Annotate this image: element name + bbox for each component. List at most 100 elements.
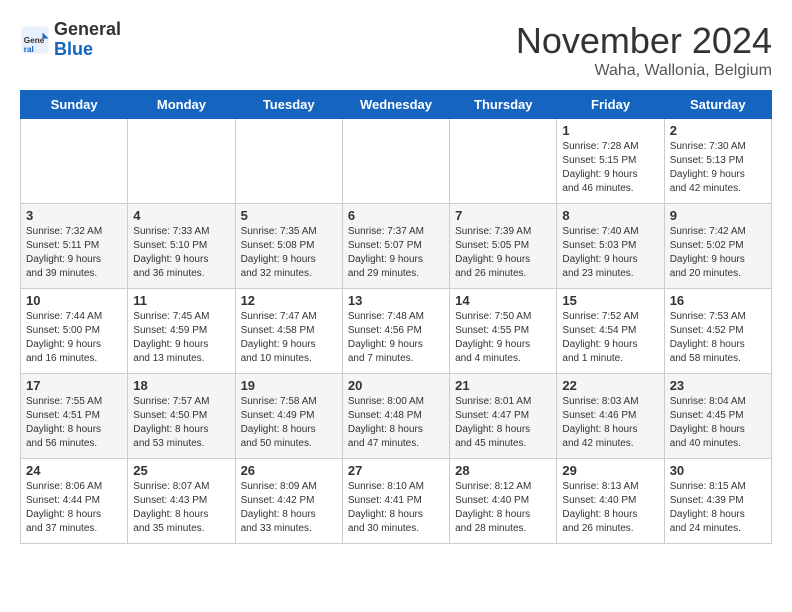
cell-w4-d5: 21 Sunrise: 8:01 AM Sunset: 4:47 PM Dayli…	[450, 374, 557, 459]
header-friday: Friday	[557, 91, 664, 119]
day-number: 3	[26, 208, 122, 223]
day-info: Sunrise: 8:01 AM Sunset: 4:47 PM Dayligh…	[455, 395, 551, 451]
day-number: 20	[348, 378, 444, 393]
day-number: 16	[670, 293, 766, 308]
calendar-body: 1 Sunrise: 7:28 AM Sunset: 5:15 PM Daylig…	[21, 119, 772, 544]
cell-w3-d3: 12 Sunrise: 7:47 AM Sunset: 4:58 PM Dayli…	[235, 289, 342, 374]
svg-text:Gene: Gene	[24, 36, 45, 45]
cell-w5-d7: 30 Sunrise: 8:15 AM Sunset: 4:39 PM Dayli…	[664, 459, 771, 544]
day-info: Sunrise: 8:07 AM Sunset: 4:43 PM Dayligh…	[133, 480, 229, 536]
day-number: 23	[670, 378, 766, 393]
cell-w2-d7: 9 Sunrise: 7:42 AM Sunset: 5:02 PM Daylig…	[664, 204, 771, 289]
day-number: 12	[241, 293, 337, 308]
day-number: 22	[562, 378, 658, 393]
day-number: 14	[455, 293, 551, 308]
day-info: Sunrise: 7:53 AM Sunset: 4:52 PM Dayligh…	[670, 310, 766, 366]
cell-w4-d3: 19Sunrise: 7:58 AM Sunset: 4:49 PM Dayli…	[235, 374, 342, 459]
day-info: Sunrise: 7:52 AM Sunset: 4:54 PM Dayligh…	[562, 310, 658, 366]
cell-w3-d1: 10 Sunrise: 7:44 AM Sunset: 5:00 PM Dayli…	[21, 289, 128, 374]
day-info: Sunrise: 7:40 AM Sunset: 5:03 PM Dayligh…	[562, 225, 658, 281]
title-section: November 2024 Waha, Wallonia, Belgium	[516, 20, 772, 80]
cell-w4-d7: 23 Sunrise: 8:04 AM Sunset: 4:45 PM Dayli…	[664, 374, 771, 459]
day-info: Sunrise: 8:04 AM Sunset: 4:45 PM Dayligh…	[670, 395, 766, 451]
day-number: 30	[670, 463, 766, 478]
day-info: Sunrise: 8:15 AM Sunset: 4:39 PM Dayligh…	[670, 480, 766, 536]
day-number: 4	[133, 208, 229, 223]
logo-blue: Blue	[54, 40, 121, 60]
cell-w2-d2: 4 Sunrise: 7:33 AM Sunset: 5:10 PM Daylig…	[128, 204, 235, 289]
cell-w2-d6: 8 Sunrise: 7:40 AM Sunset: 5:03 PM Daylig…	[557, 204, 664, 289]
day-info: Sunrise: 7:58 AM Sunset: 4:49 PM Dayligh…	[241, 395, 337, 451]
day-number: 2	[670, 123, 766, 138]
day-info: Sunrise: 7:44 AM Sunset: 5:00 PM Dayligh…	[26, 310, 122, 366]
cell-w1-d5	[450, 119, 557, 204]
cell-w5-d3: 26Sunrise: 8:09 AM Sunset: 4:42 PM Dayli…	[235, 459, 342, 544]
day-number: 29	[562, 463, 658, 478]
header-tuesday: Tuesday	[235, 91, 342, 119]
page-header: Gene ral General Blue November 2024 Waha…	[20, 20, 772, 80]
day-info: Sunrise: 7:42 AM Sunset: 5:02 PM Dayligh…	[670, 225, 766, 281]
day-info: Sunrise: 7:35 AM Sunset: 5:08 PM Dayligh…	[241, 225, 337, 281]
day-number: 18	[133, 378, 229, 393]
location-subtitle: Waha, Wallonia, Belgium	[516, 62, 772, 80]
cell-w1-d3	[235, 119, 342, 204]
day-info: Sunrise: 7:28 AM Sunset: 5:15 PM Dayligh…	[562, 140, 658, 196]
day-number: 1	[562, 123, 658, 138]
day-info: Sunrise: 7:50 AM Sunset: 4:55 PM Dayligh…	[455, 310, 551, 366]
day-number: 24	[26, 463, 122, 478]
logo: Gene ral General Blue	[20, 20, 121, 60]
day-number: 9	[670, 208, 766, 223]
cell-w3-d2: 11Sunrise: 7:45 AM Sunset: 4:59 PM Dayli…	[128, 289, 235, 374]
week-row-5: 24 Sunrise: 8:06 AM Sunset: 4:44 PM Dayli…	[21, 459, 772, 544]
cell-w4-d2: 18 Sunrise: 7:57 AM Sunset: 4:50 PM Dayli…	[128, 374, 235, 459]
day-info: Sunrise: 8:12 AM Sunset: 4:40 PM Dayligh…	[455, 480, 551, 536]
logo-icon: Gene ral	[20, 25, 50, 55]
day-info: Sunrise: 7:32 AM Sunset: 5:11 PM Dayligh…	[26, 225, 122, 281]
cell-w4-d4: 20Sunrise: 8:00 AM Sunset: 4:48 PM Dayli…	[342, 374, 449, 459]
day-info: Sunrise: 7:48 AM Sunset: 4:56 PM Dayligh…	[348, 310, 444, 366]
day-info: Sunrise: 8:06 AM Sunset: 4:44 PM Dayligh…	[26, 480, 122, 536]
day-number: 27	[348, 463, 444, 478]
logo-general: General	[54, 20, 121, 40]
day-number: 26	[241, 463, 337, 478]
cell-w3-d6: 15 Sunrise: 7:52 AM Sunset: 4:54 PM Dayli…	[557, 289, 664, 374]
week-row-1: 1 Sunrise: 7:28 AM Sunset: 5:15 PM Daylig…	[21, 119, 772, 204]
day-info: Sunrise: 7:39 AM Sunset: 5:05 PM Dayligh…	[455, 225, 551, 281]
day-number: 15	[562, 293, 658, 308]
cell-w5-d4: 27 Sunrise: 8:10 AM Sunset: 4:41 PM Dayli…	[342, 459, 449, 544]
week-row-4: 17Sunrise: 7:55 AM Sunset: 4:51 PM Dayli…	[21, 374, 772, 459]
calendar-table: Sunday Monday Tuesday Wednesday Thursday…	[20, 90, 772, 544]
day-number: 28	[455, 463, 551, 478]
cell-w3-d5: 14 Sunrise: 7:50 AM Sunset: 4:55 PM Dayli…	[450, 289, 557, 374]
cell-w5-d5: 28 Sunrise: 8:12 AM Sunset: 4:40 PM Dayli…	[450, 459, 557, 544]
calendar-header: Sunday Monday Tuesday Wednesday Thursday…	[21, 91, 772, 119]
day-number: 17	[26, 378, 122, 393]
cell-w4-d6: 22Sunrise: 8:03 AM Sunset: 4:46 PM Dayli…	[557, 374, 664, 459]
week-row-2: 3 Sunrise: 7:32 AM Sunset: 5:11 PM Daylig…	[21, 204, 772, 289]
header-sunday: Sunday	[21, 91, 128, 119]
cell-w1-d7: 2 Sunrise: 7:30 AM Sunset: 5:13 PM Daylig…	[664, 119, 771, 204]
header-row: Sunday Monday Tuesday Wednesday Thursday…	[21, 91, 772, 119]
day-number: 25	[133, 463, 229, 478]
day-info: Sunrise: 7:30 AM Sunset: 5:13 PM Dayligh…	[670, 140, 766, 196]
cell-w1-d1	[21, 119, 128, 204]
day-info: Sunrise: 7:33 AM Sunset: 5:10 PM Dayligh…	[133, 225, 229, 281]
cell-w2-d1: 3 Sunrise: 7:32 AM Sunset: 5:11 PM Daylig…	[21, 204, 128, 289]
day-info: Sunrise: 7:47 AM Sunset: 4:58 PM Dayligh…	[241, 310, 337, 366]
cell-w1-d4	[342, 119, 449, 204]
cell-w3-d7: 16 Sunrise: 7:53 AM Sunset: 4:52 PM Dayli…	[664, 289, 771, 374]
cell-w5-d2: 25 Sunrise: 8:07 AM Sunset: 4:43 PM Dayli…	[128, 459, 235, 544]
week-row-3: 10 Sunrise: 7:44 AM Sunset: 5:00 PM Dayli…	[21, 289, 772, 374]
cell-w2-d3: 5Sunrise: 7:35 AM Sunset: 5:08 PM Daylig…	[235, 204, 342, 289]
month-title: November 2024	[516, 20, 772, 62]
day-number: 21	[455, 378, 551, 393]
day-info: Sunrise: 7:57 AM Sunset: 4:50 PM Dayligh…	[133, 395, 229, 451]
day-info: Sunrise: 8:10 AM Sunset: 4:41 PM Dayligh…	[348, 480, 444, 536]
cell-w5-d1: 24 Sunrise: 8:06 AM Sunset: 4:44 PM Dayli…	[21, 459, 128, 544]
day-number: 11	[133, 293, 229, 308]
cell-w4-d1: 17Sunrise: 7:55 AM Sunset: 4:51 PM Dayli…	[21, 374, 128, 459]
day-number: 8	[562, 208, 658, 223]
day-number: 6	[348, 208, 444, 223]
day-number: 10	[26, 293, 122, 308]
logo-text: General Blue	[54, 20, 121, 60]
